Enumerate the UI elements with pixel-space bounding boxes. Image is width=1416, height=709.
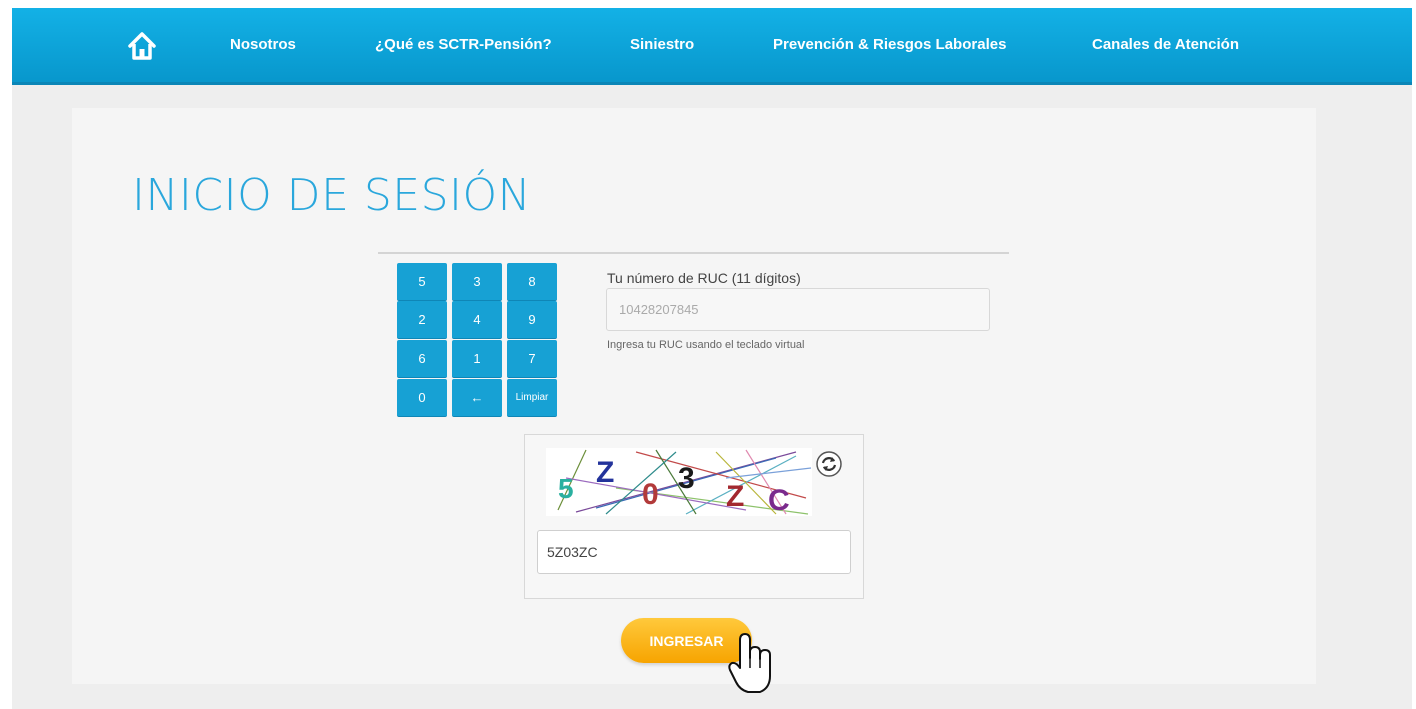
nav-link-canales[interactable]: Canales de Atención bbox=[1092, 36, 1239, 53]
keypad-key-2[interactable]: 2 bbox=[397, 301, 447, 339]
ruc-input[interactable]: 10428207845 bbox=[606, 288, 990, 331]
keypad-backspace-key[interactable]: ← bbox=[452, 379, 502, 417]
captcha-image: 5 Z 0 3 Z C bbox=[546, 448, 812, 516]
ruc-label: Tu número de RUC (11 dígitos) bbox=[607, 270, 801, 286]
keypad-key-3[interactable]: 3 bbox=[452, 263, 502, 301]
keypad-key-7[interactable]: 7 bbox=[507, 340, 557, 378]
ruc-input-value: 10428207845 bbox=[619, 302, 699, 317]
captcha-char: C bbox=[768, 484, 790, 516]
captcha-char: Z bbox=[726, 480, 744, 513]
nav-link-prevencion[interactable]: Prevención & Riesgos Laborales bbox=[773, 36, 1006, 53]
top-navbar: Nosotros ¿Qué es SCTR-Pensión? Siniestro… bbox=[12, 8, 1412, 85]
divider bbox=[378, 252, 1009, 254]
hand-cursor-icon bbox=[728, 633, 771, 693]
captcha-input-value: 5Z03ZC bbox=[547, 544, 598, 560]
page-title: INICIO DE SESIÓN bbox=[132, 170, 532, 221]
keypad-key-1[interactable]: 1 bbox=[452, 340, 502, 378]
captcha-char: Z bbox=[596, 456, 614, 489]
ruc-help-text: Ingresa tu RUC usando el teclado virtual bbox=[607, 339, 805, 351]
keypad-key-6[interactable]: 6 bbox=[397, 340, 447, 378]
captcha-input[interactable]: 5Z03ZC bbox=[537, 530, 851, 574]
keypad-key-0[interactable]: 0 bbox=[397, 379, 447, 417]
captcha-char: 5 bbox=[558, 473, 574, 504]
refresh-captcha-icon[interactable] bbox=[816, 451, 842, 477]
captcha-char: 3 bbox=[678, 462, 695, 495]
keypad-key-4[interactable]: 4 bbox=[452, 301, 502, 339]
keypad-key-5[interactable]: 5 bbox=[397, 263, 447, 301]
nav-link-sctr-pension[interactable]: ¿Qué es SCTR-Pensión? bbox=[375, 36, 552, 53]
keypad-key-8[interactable]: 8 bbox=[507, 263, 557, 301]
keypad-key-9[interactable]: 9 bbox=[507, 301, 557, 339]
home-icon[interactable] bbox=[125, 29, 159, 63]
keypad-clear-key[interactable]: Limpiar bbox=[507, 379, 557, 417]
captcha-char: 0 bbox=[642, 478, 659, 511]
nav-link-nosotros[interactable]: Nosotros bbox=[230, 36, 296, 53]
nav-link-siniestro[interactable]: Siniestro bbox=[630, 36, 694, 53]
